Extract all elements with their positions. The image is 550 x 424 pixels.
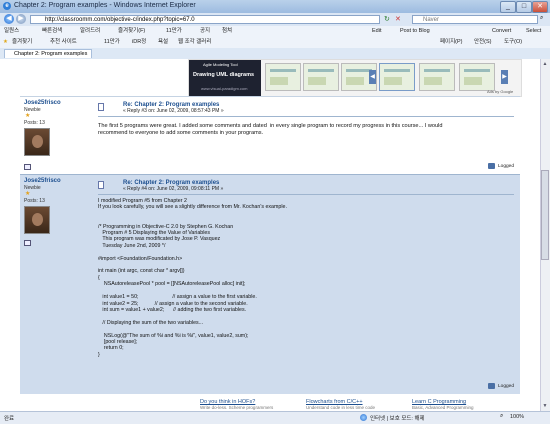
ad-thumbnail[interactable] xyxy=(459,63,495,91)
rank-star-icon: ★ xyxy=(25,191,31,197)
post-meta: « Reply #3 on: June 02, 2009, 08:57:43 P… xyxy=(123,108,224,114)
tab-chapter-2[interactable]: Chapter 2: Program examples xyxy=(4,49,92,58)
window-title-bar: e Chapter 2: Program examples - Windows … xyxy=(0,0,550,14)
toolbar-item[interactable]: 공지 xyxy=(200,27,210,36)
message-icon[interactable] xyxy=(24,240,31,246)
post-body: The first 5 programs were great. I added… xyxy=(98,123,443,136)
refresh-icon[interactable]: ↻ xyxy=(384,15,390,23)
post-meta: « Reply #4 on: June 02, 2009, 09:08:11 P… xyxy=(123,186,224,192)
ads-by-google[interactable]: Ads by Google xyxy=(487,89,513,94)
post-author[interactable]: Jose25frisco xyxy=(24,178,61,184)
safety-menu[interactable]: 안전(S) xyxy=(474,38,491,47)
window-title: Chapter 2: Program examples - Windows In… xyxy=(14,2,196,9)
ad-thumbnail[interactable] xyxy=(303,63,339,91)
search-icon[interactable]: ⌕ xyxy=(540,15,543,22)
post-to-blog-button[interactable]: Post to Blog xyxy=(400,27,430,36)
toolbar-item[interactable]: 첨쳐 xyxy=(222,27,232,36)
convert-button[interactable]: Convert xyxy=(492,27,511,36)
ad-line-1: Agile Modeling Tool xyxy=(203,62,238,67)
logged-icon xyxy=(488,163,495,169)
author-post-count: Posts: 13 xyxy=(24,120,45,126)
ad-thumbnail[interactable] xyxy=(379,63,415,91)
scroll-up-arrow-icon[interactable]: ▲ xyxy=(541,60,549,68)
post-divider xyxy=(98,194,514,195)
logged-label: Logged xyxy=(498,164,515,169)
forward-button[interactable]: ▶ xyxy=(16,14,26,24)
ad-line-3: www.visual-paradigm.com xyxy=(201,86,248,91)
close-button[interactable]: ✕ xyxy=(532,1,548,13)
ad-link-description: Basic, Advanced Programming xyxy=(412,405,474,410)
avatar xyxy=(24,206,50,234)
back-button[interactable]: ◀ xyxy=(4,14,14,24)
carousel-prev-button[interactable]: ◀ xyxy=(369,70,376,84)
toolbar-item[interactable]: 11만가 xyxy=(166,27,182,36)
rank-star-icon: ★ xyxy=(25,113,31,119)
favorites-button[interactable]: 즐겨찾기 xyxy=(12,38,32,47)
post-body: I modified Program #5 from Chapter 2 If … xyxy=(98,198,287,358)
message-icon[interactable] xyxy=(24,164,31,170)
address-bar-row: ◀ ▶ http://classroomm.com/objective-c/in… xyxy=(0,13,550,26)
forum-post-reply-4: Jose25frisco Newbie ★ Posts: 13 Re: Chap… xyxy=(20,174,520,394)
toolbar-item[interactable]: 일원스 xyxy=(4,27,19,36)
zoom-level[interactable]: 100% xyxy=(510,414,524,420)
ie-logo-icon: e xyxy=(3,2,11,10)
ad-text-panel: Agile Modeling Tool Drawing UML diagrams… xyxy=(189,60,261,96)
maximize-button[interactable]: □ xyxy=(516,1,532,13)
ad-thumbnail[interactable] xyxy=(419,63,455,91)
page-menu[interactable]: 페이지(P) xyxy=(440,38,463,47)
logged-icon xyxy=(488,383,495,389)
favorites-item[interactable]: 욕설 xyxy=(158,38,168,47)
favorites-item[interactable]: 11만가 xyxy=(104,38,120,47)
favorites-item[interactable]: 웹 조각 갤러리 xyxy=(178,38,211,47)
carousel-next-button[interactable]: ▶ xyxy=(501,70,508,84)
ad-banner[interactable]: Agile Modeling Tool Drawing UML diagrams… xyxy=(188,59,522,97)
address-input[interactable]: http://classroomm.com/objective-c/index.… xyxy=(30,15,380,24)
ad-link-description: Understand code in less time code xyxy=(306,405,376,410)
tools-menu[interactable]: 도구(O) xyxy=(504,38,522,47)
stop-icon[interactable]: ✕ xyxy=(395,15,401,23)
zoom-icon: ⌕ xyxy=(500,413,504,419)
scroll-down-arrow-icon[interactable]: ▼ xyxy=(541,402,549,410)
edit-button[interactable]: Edit xyxy=(372,27,381,36)
ad-line-2[interactable]: Drawing UML diagrams xyxy=(193,72,254,78)
favorites-item[interactable]: iDR정 xyxy=(132,38,146,47)
security-zone[interactable]: 인터넷 | 보호 모드: 해제 xyxy=(370,414,425,422)
post-document-icon xyxy=(98,181,104,189)
search-input[interactable]: Naver xyxy=(412,15,538,24)
author-post-count: Posts: 13 xyxy=(24,198,45,204)
ad-link-description: Write do-less. Scheme programmers xyxy=(200,405,274,410)
ad-thumbnail[interactable] xyxy=(265,63,301,91)
post-divider xyxy=(98,116,514,117)
post-author[interactable]: Jose25frisco xyxy=(24,100,61,106)
globe-icon xyxy=(360,414,367,421)
select-button[interactable]: Select xyxy=(526,27,541,36)
favorites-item[interactable]: 추천 사이트 xyxy=(50,38,77,47)
status-text: 완료 xyxy=(4,416,15,422)
logged-label: Logged xyxy=(498,384,515,389)
forum-post-reply-3: Jose25frisco Newbie ★ Posts: 13 Re: Chap… xyxy=(20,96,520,174)
status-bar: 완료 인터넷 | 보호 모드: 해제 ⌕ 100% xyxy=(0,411,550,424)
minimize-button[interactable]: _ xyxy=(500,1,516,13)
post-document-icon xyxy=(98,103,104,111)
scrollbar-thumb[interactable] xyxy=(541,170,549,260)
toolbar-item[interactable]: 알려드려 xyxy=(80,27,100,36)
favorites-star-icon[interactable]: ★ xyxy=(3,38,8,47)
avatar xyxy=(24,128,50,156)
toolbar-item[interactable]: 즐겨찾기(F) xyxy=(118,27,145,36)
toolbar-item[interactable]: 빠른검색 xyxy=(42,27,62,36)
